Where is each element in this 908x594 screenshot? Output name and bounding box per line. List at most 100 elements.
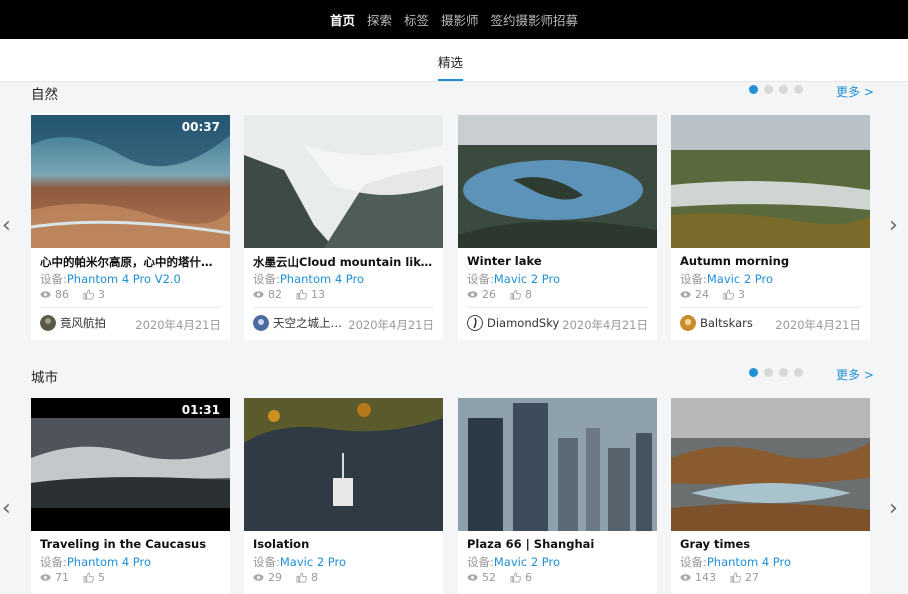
carousel-prev-icon[interactable]: ‹	[2, 498, 11, 520]
device-info: 设备:Phantom 4 Pro	[40, 555, 152, 569]
device-name[interactable]: Mavic 2 Pro	[280, 555, 346, 569]
author-name[interactable]: 天空之城上的猫	[273, 315, 351, 331]
card-stats: 26 8	[467, 288, 546, 301]
author[interactable]: Baltskars	[680, 315, 753, 331]
eye-icon	[253, 574, 264, 581]
carousel-dots-city	[749, 368, 803, 377]
eye-icon	[680, 291, 691, 298]
carousel-next-icon[interactable]: ›	[889, 498, 898, 520]
eye-icon	[467, 574, 478, 581]
thumbs-up-icon[interactable]	[723, 289, 734, 300]
video-card[interactable]: Plaza 66 | Shanghai 设备:Mavic 2 Pro 52 6	[458, 398, 657, 594]
view-count: 52	[482, 571, 496, 584]
thumbs-up-icon[interactable]	[83, 572, 94, 583]
section-title-nature: 自然	[31, 87, 58, 103]
card-title[interactable]: Gray times	[680, 537, 863, 551]
card-title[interactable]: 心中的帕米尔高原，心中的塔什库尔干	[40, 254, 223, 270]
video-card[interactable]: 01:31 Traveling in the Caucasus 设备:Phant…	[31, 398, 230, 594]
view-count: 29	[268, 571, 282, 584]
nav-recruit[interactable]: 签约摄影师招募	[491, 10, 579, 29]
card-title[interactable]: Traveling in the Caucasus	[40, 537, 223, 551]
carousel-dot[interactable]	[794, 85, 803, 94]
video-card[interactable]: Gray times 设备:Phantom 4 Pro 143 27	[671, 398, 870, 594]
carousel-dot[interactable]	[749, 368, 758, 377]
section-title-city: 城市	[31, 370, 58, 386]
device-info: 设备:Phantom 4 Pro	[680, 555, 792, 569]
device-name[interactable]: Phantom 4 Pro V2.0	[67, 272, 181, 286]
view-count: 143	[695, 571, 716, 584]
card-title[interactable]: 水墨云山Cloud mountain like ink	[253, 254, 436, 270]
video-card[interactable]: Winter lake 设备:Mavic 2 Pro 26 8 DiamondS…	[458, 115, 657, 340]
tab-underline	[438, 79, 463, 81]
device-info: 设备:Mavic 2 Pro	[253, 555, 347, 569]
carousel-dot[interactable]	[749, 85, 758, 94]
eye-icon	[40, 574, 51, 581]
video-card[interactable]: Isolation 设备:Mavic 2 Pro 29 8	[244, 398, 443, 594]
thumbs-up-icon[interactable]	[510, 572, 521, 583]
thumbs-up-icon[interactable]	[296, 572, 307, 583]
carousel-dot[interactable]	[779, 368, 788, 377]
thumbnail-image[interactable]	[244, 398, 443, 531]
avatar[interactable]	[467, 315, 483, 331]
avatar[interactable]	[253, 315, 269, 331]
author[interactable]: DiamondSky	[467, 315, 559, 331]
thumbnail-image[interactable]	[671, 115, 870, 248]
thumbs-up-icon[interactable]	[510, 289, 521, 300]
card-stats: 86 3	[40, 288, 119, 301]
thumbnail-image[interactable]	[31, 115, 230, 248]
more-link-nature[interactable]: 更多 >	[836, 83, 874, 100]
video-duration: 00:37	[181, 120, 220, 134]
device-name[interactable]: Mavic 2 Pro	[707, 272, 773, 286]
device-info: 设备:Phantom 4 Pro	[253, 272, 365, 286]
thumbs-up-icon[interactable]	[296, 289, 307, 300]
thumbnail-image[interactable]	[244, 115, 443, 248]
tab-featured[interactable]: 精选	[438, 52, 463, 71]
thumbnail-image[interactable]	[31, 398, 230, 531]
carousel-dot[interactable]	[764, 368, 773, 377]
author-name[interactable]: DiamondSky	[487, 316, 559, 330]
avatar[interactable]	[680, 315, 696, 331]
card-title[interactable]: Plaza 66 | Shanghai	[467, 537, 650, 551]
thumbs-up-icon[interactable]	[83, 289, 94, 300]
like-count: 3	[98, 288, 105, 301]
nav-photographers[interactable]: 摄影师	[441, 10, 479, 29]
thumbnail-image[interactable]	[671, 398, 870, 531]
publish-date: 2020年4月21日	[562, 318, 648, 332]
carousel-dot[interactable]	[764, 85, 773, 94]
device-name[interactable]: Mavic 2 Pro	[494, 272, 560, 286]
card-title[interactable]: Autumn morning	[680, 254, 863, 268]
device-name[interactable]: Phantom 4 Pro	[280, 272, 364, 286]
card-title[interactable]: Winter lake	[467, 254, 650, 268]
author[interactable]: 竟风航拍	[40, 315, 106, 331]
video-duration: 01:31	[181, 403, 220, 417]
carousel-dot[interactable]	[779, 85, 788, 94]
card-divider	[253, 307, 434, 308]
publish-date: 2020年4月21日	[348, 318, 434, 332]
video-card[interactable]: 00:37 心中的帕米尔高原，心中的塔什库尔干 设备:Phantom 4 Pro…	[31, 115, 230, 340]
device-name[interactable]: Phantom 4 Pro	[707, 555, 791, 569]
device-name[interactable]: Mavic 2 Pro	[494, 555, 560, 569]
author-name[interactable]: 竟风航拍	[60, 315, 106, 331]
carousel-dot[interactable]	[794, 368, 803, 377]
nav-home[interactable]: 首页	[330, 10, 355, 29]
thumbnail-image[interactable]	[458, 398, 657, 531]
carousel-prev-icon[interactable]: ‹	[2, 215, 11, 237]
video-card[interactable]: 水墨云山Cloud mountain like ink 设备:Phantom 4…	[244, 115, 443, 340]
carousel-next-icon[interactable]: ›	[889, 215, 898, 237]
card-divider	[680, 307, 861, 308]
author-name[interactable]: Baltskars	[700, 316, 753, 330]
avatar[interactable]	[40, 315, 56, 331]
device-name[interactable]: Phantom 4 Pro	[67, 555, 151, 569]
card-stats: 71 5	[40, 571, 119, 584]
card-stats: 29 8	[253, 571, 332, 584]
card-title[interactable]: Isolation	[253, 537, 436, 551]
thumbnail-image[interactable]	[458, 115, 657, 248]
sub-nav: 精选	[0, 39, 908, 82]
video-card[interactable]: Autumn morning 设备:Mavic 2 Pro 24 3 Balts…	[671, 115, 870, 340]
nav-tags[interactable]: 标签	[404, 10, 429, 29]
nav-explore[interactable]: 探索	[367, 10, 392, 29]
view-count: 24	[695, 288, 709, 301]
more-link-city[interactable]: 更多 >	[836, 366, 874, 383]
author[interactable]: 天空之城上的猫	[253, 315, 351, 331]
thumbs-up-icon[interactable]	[730, 572, 741, 583]
